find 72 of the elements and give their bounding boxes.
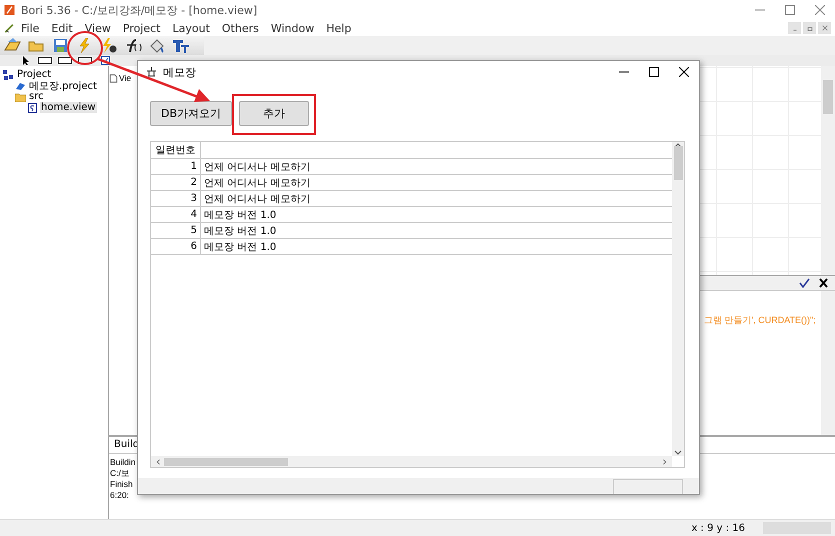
check-icon[interactable] bbox=[799, 278, 810, 288]
table-cell: 5 bbox=[151, 223, 201, 238]
window-title: Bori 5.36 - C:/보리강좌/메모장 - [home.view] bbox=[21, 2, 258, 18]
scroll-thumb[interactable] bbox=[823, 80, 833, 114]
tree-item[interactable]: home.view bbox=[40, 102, 97, 113]
code-line: 그램 만들기', CURDATE())"; bbox=[704, 314, 816, 327]
close-icon bbox=[815, 5, 825, 15]
function-icon[interactable] bbox=[124, 38, 142, 54]
mdi-restore-button[interactable] bbox=[803, 22, 816, 34]
tree-item[interactable]: src bbox=[28, 91, 45, 102]
column-header[interactable]: 일련번호 bbox=[151, 142, 201, 158]
maximize-icon bbox=[785, 5, 795, 15]
status-panel bbox=[613, 479, 683, 494]
table-cell-text: 메모장 버전 1.0 bbox=[203, 240, 276, 254]
table-cell-text: 메모장 버전 1.0 bbox=[203, 224, 276, 238]
menu-item[interactable]: Edit bbox=[45, 22, 79, 34]
panel-title: Vie bbox=[119, 73, 132, 83]
table-cell: 2 bbox=[151, 175, 201, 190]
scroll-thumb[interactable] bbox=[674, 146, 682, 180]
scroll-thumb[interactable] bbox=[164, 458, 288, 466]
menu-item[interactable]: Layout bbox=[166, 22, 216, 34]
scroll-down-icon[interactable] bbox=[674, 450, 682, 456]
cursor-position: x : 9 y : 16 bbox=[691, 522, 745, 534]
log-line: Buildin bbox=[110, 457, 136, 468]
lightning-bug-icon[interactable] bbox=[100, 38, 118, 54]
mdi-close-button[interactable] bbox=[818, 22, 831, 34]
scroll-right-icon[interactable] bbox=[662, 458, 668, 464]
table-cell: 6 bbox=[151, 239, 201, 254]
close-icon[interactable] bbox=[818, 278, 829, 288]
table-cell: 1 bbox=[151, 159, 201, 174]
view-file-icon bbox=[27, 102, 38, 112]
table-cell-text: 언제 어디서나 메모하기 bbox=[203, 176, 310, 190]
table-cell: 4 bbox=[151, 207, 201, 222]
scroll-left-icon[interactable] bbox=[155, 458, 161, 464]
log-line: Finish bbox=[110, 479, 134, 490]
maximize-icon bbox=[649, 67, 659, 77]
close-icon bbox=[820, 25, 828, 31]
new-project-icon[interactable] bbox=[4, 38, 22, 54]
button[interactable]: DB가져오기 bbox=[150, 101, 232, 126]
menu-item[interactable]: Project bbox=[116, 22, 166, 34]
project-icon bbox=[3, 70, 14, 80]
dialog-title: 메모장 bbox=[163, 64, 197, 80]
folder-icon bbox=[15, 92, 26, 102]
menu-item[interactable]: Help bbox=[320, 22, 358, 34]
table-cell-text: 언제 어디서나 메모하기 bbox=[203, 192, 310, 206]
font-size-icon[interactable] bbox=[172, 38, 190, 54]
edit-widget-icon[interactable] bbox=[38, 56, 52, 65]
scrollbar[interactable] bbox=[672, 142, 684, 456]
scrollbar[interactable] bbox=[821, 66, 835, 275]
app-icon bbox=[146, 67, 157, 77]
log-line: 6:20: bbox=[110, 490, 130, 501]
tree-item[interactable]: Project bbox=[16, 69, 52, 80]
app-menu-icon[interactable] bbox=[4, 23, 15, 33]
label-widget-icon[interactable] bbox=[58, 56, 72, 65]
button[interactable]: 추가 bbox=[239, 101, 310, 126]
menu-item[interactable]: View bbox=[78, 22, 117, 34]
app-logo-icon bbox=[4, 5, 15, 15]
menu-item[interactable]: File bbox=[15, 22, 46, 34]
project-file-icon bbox=[15, 80, 26, 90]
paint-bucket-icon[interactable] bbox=[148, 38, 166, 54]
restore-icon bbox=[806, 25, 814, 31]
table-cell-text: 언제 어디서나 메모하기 bbox=[203, 160, 310, 174]
menu-item[interactable]: Others bbox=[216, 22, 265, 34]
tree-item[interactable]: 메모장.project bbox=[28, 78, 98, 92]
table-cell-text: 메모장 버전 1.0 bbox=[203, 208, 276, 222]
table-cell: 3 bbox=[151, 191, 201, 206]
save-icon[interactable] bbox=[52, 38, 70, 54]
button-widget-icon[interactable] bbox=[78, 56, 92, 65]
close-icon bbox=[679, 67, 689, 77]
log-line: C:/보 bbox=[110, 468, 131, 479]
menu-item[interactable]: Window bbox=[264, 22, 320, 34]
scrollbar[interactable] bbox=[151, 456, 672, 467]
